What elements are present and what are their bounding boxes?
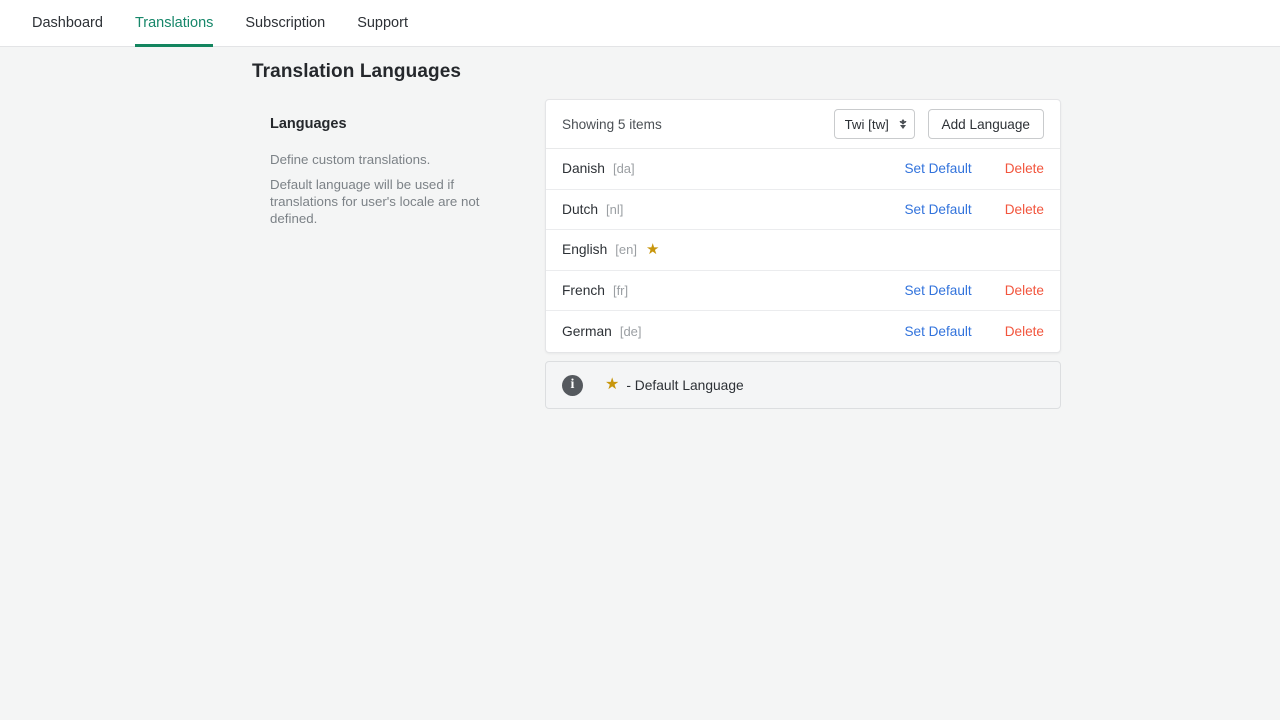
nav-item-label: Subscription: [245, 15, 326, 31]
languages-card: Showing 5 items Twi [tw] Add Language Da…: [545, 99, 1061, 353]
nav-item-label: Translations: [134, 15, 214, 31]
info-icon: i: [562, 374, 583, 396]
page-title: Translation Languages: [252, 61, 462, 82]
language-name: French: [562, 282, 605, 298]
language-code: [nl]: [606, 201, 624, 217]
set-default-link[interactable]: Set Default: [904, 202, 971, 217]
table-row: English [en] ★: [546, 230, 1060, 271]
app-root: Dashboard Translations Subscription Supp…: [0, 0, 1280, 720]
nav-item-label: Support: [357, 15, 408, 31]
language-name: English: [562, 242, 608, 258]
language-select-wrapper[interactable]: Twi [tw]: [833, 109, 915, 139]
table-row: German [de] Set Default Delete: [546, 311, 1060, 352]
nav-item-subscription[interactable]: Subscription: [229, 0, 341, 46]
language-name: German: [562, 323, 612, 339]
add-language-button[interactable]: Add Language: [927, 109, 1044, 139]
legend-text: - Default Language: [626, 377, 744, 393]
table-row: French [fr] Set Default Delete: [546, 271, 1060, 311]
language-code: [en]: [615, 242, 637, 258]
language-select[interactable]: Twi [tw]: [833, 109, 915, 139]
card-header: Showing 5 items Twi [tw] Add Language: [546, 100, 1060, 149]
star-icon: ★: [605, 376, 620, 393]
delete-link[interactable]: Delete: [1005, 202, 1044, 217]
table-row: Dutch [nl] Set Default Delete: [546, 190, 1060, 230]
set-default-link[interactable]: Set Default: [904, 283, 971, 298]
nav-item-dashboard[interactable]: Dashboard: [16, 0, 119, 46]
language-name: Dutch: [562, 201, 599, 217]
nav-item-support[interactable]: Support: [341, 0, 424, 46]
set-default-link[interactable]: Set Default: [904, 161, 971, 176]
language-name: Danish: [562, 161, 605, 177]
language-code: [de]: [619, 323, 642, 339]
section-description: Languages Define custom translations. De…: [270, 116, 485, 235]
section-heading: Languages: [270, 116, 347, 132]
nav-item-translations[interactable]: Translations: [119, 0, 229, 47]
main-navbar: Dashboard Translations Subscription Supp…: [0, 0, 1280, 47]
set-default-link[interactable]: Set Default: [904, 324, 971, 339]
delete-link[interactable]: Delete: [1005, 324, 1044, 339]
delete-link[interactable]: Delete: [1005, 161, 1044, 176]
table-row: Danish [da] Set Default Delete: [546, 149, 1060, 190]
language-code: [fr]: [612, 282, 629, 298]
language-code: [da]: [612, 161, 635, 177]
star-icon: ★: [645, 240, 660, 258]
items-count-label: Showing 5 items: [562, 116, 662, 132]
nav-item-label: Dashboard: [32, 15, 103, 31]
delete-link[interactable]: Delete: [1005, 283, 1044, 298]
section-paragraph-1: Define custom translations.: [270, 152, 431, 167]
section-paragraph-2: Default language will be used if transla…: [270, 177, 480, 226]
default-language-legend: i ★ - Default Language: [545, 361, 1061, 409]
